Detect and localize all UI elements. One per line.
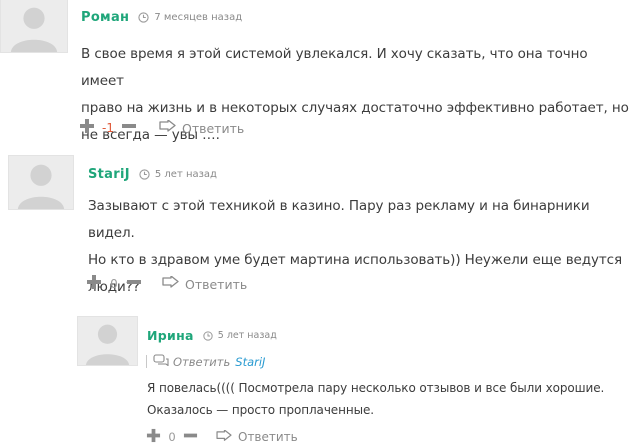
clock-icon (203, 326, 213, 345)
comment-meta: Ирина 5 лет назад (147, 327, 277, 343)
minus-icon[interactable] (126, 274, 142, 294)
comment-actions: 0 Ответить (86, 274, 247, 294)
author-name[interactable]: Роман (81, 10, 129, 25)
comment-text: Я повелась(((( Посмотрела пару несколько… (147, 377, 604, 421)
plus-icon[interactable] (146, 428, 161, 446)
reply-to-icon (153, 354, 169, 369)
comment-meta: Роман 7 месяцев назад (81, 9, 242, 25)
reply-to-divider (146, 355, 147, 368)
comment-actions: -1 Ответить (79, 118, 244, 138)
plus-icon[interactable] (86, 274, 102, 294)
reply-button[interactable]: Ответить (185, 277, 247, 292)
comment-time: 5 лет назад (217, 329, 277, 341)
reply-arrow-icon[interactable] (159, 118, 176, 138)
vote-count: 0 (168, 430, 176, 444)
comment-actions: 0 Ответить (146, 428, 298, 446)
reply-to-link[interactable]: Ответить StariJ (146, 354, 265, 369)
clock-icon (138, 8, 149, 27)
clock-icon (139, 165, 150, 184)
reply-to-label: Ответить (173, 354, 231, 369)
vote-count: -1 (102, 121, 114, 135)
minus-icon[interactable] (121, 118, 137, 138)
comment-meta: StariJ 5 лет назад (88, 166, 217, 182)
comment-text-line: Зазывают с этой техникой в казино. Пару … (88, 198, 590, 241)
avatar[interactable] (8, 155, 74, 210)
comment-text-line: Но кто в здравом уме будет мартина испол… (88, 252, 622, 268)
reply-arrow-icon[interactable] (162, 274, 179, 294)
avatar[interactable] (0, 0, 68, 53)
reply-to-name[interactable]: StariJ (235, 355, 265, 369)
reply-arrow-icon[interactable] (216, 428, 232, 446)
reply-button[interactable]: Ответить (238, 430, 298, 444)
comment-time: 7 месяцев назад (154, 11, 243, 23)
comment-text-line: Оказалось — просто проплаченные. (147, 403, 374, 417)
reply-button[interactable]: Ответить (182, 121, 244, 136)
comment-text-line: Я повелась(((( Посмотрела пару несколько… (147, 381, 605, 395)
avatar[interactable] (77, 316, 138, 366)
minus-icon[interactable] (183, 428, 198, 446)
vote-count: 0 (110, 277, 118, 291)
plus-icon[interactable] (79, 118, 95, 138)
author-name[interactable]: StariJ (88, 167, 130, 182)
author-name[interactable]: Ирина (147, 328, 194, 343)
comment-time: 5 лет назад (154, 168, 217, 180)
comment-text-line: В свое время я этой системой увлекался. … (81, 46, 588, 89)
